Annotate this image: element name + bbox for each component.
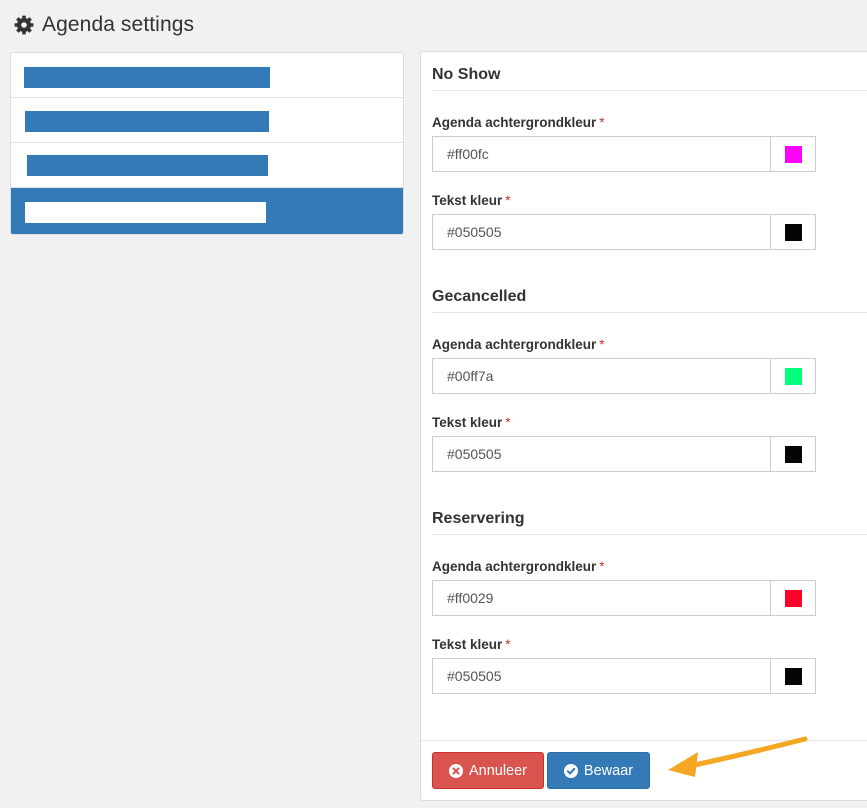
cancel-button-label: Annuleer	[468, 762, 528, 779]
color-swatch	[784, 367, 802, 385]
field-label: Agenda achtergrondkleur *	[432, 337, 605, 352]
field-label: Tekst kleur *	[432, 415, 511, 430]
field-label-text: Tekst kleur	[432, 193, 503, 208]
times-circle-icon	[448, 763, 463, 778]
color-field-group	[432, 358, 816, 394]
field-label: Agenda achtergrondkleur *	[432, 115, 605, 130]
color-picker-button[interactable]	[770, 580, 816, 616]
page-header: Agenda settings	[14, 11, 194, 39]
sidebar-item-3[interactable]	[11, 143, 403, 188]
section-title-no-show: No Show	[432, 66, 867, 91]
required-marker: *	[599, 337, 605, 352]
color-swatch	[784, 223, 802, 241]
field-label-text: Agenda achtergrondkleur	[432, 337, 597, 352]
redacted-label	[27, 155, 268, 176]
page-title: Agenda settings	[42, 13, 195, 36]
required-marker: *	[505, 415, 511, 430]
required-marker: *	[505, 193, 511, 208]
color-picker-button[interactable]	[770, 136, 816, 172]
required-marker: *	[505, 637, 511, 652]
field-label-text: Agenda achtergrondkleur	[432, 115, 597, 130]
color-field-group	[432, 658, 816, 694]
save-button-label: Bewaar	[583, 762, 634, 779]
gecancelled-text-color-input[interactable]	[432, 436, 771, 472]
color-swatch	[784, 145, 802, 163]
cancel-button[interactable]: Annuleer	[432, 752, 544, 789]
color-picker-button[interactable]	[770, 436, 816, 472]
required-marker: *	[599, 559, 605, 574]
gecancelled-background-color-input[interactable]	[432, 358, 771, 394]
section-title-reservering: Reservering	[432, 510, 867, 535]
field-label-text: Agenda achtergrondkleur	[432, 559, 597, 574]
field-label: Tekst kleur *	[432, 637, 511, 652]
color-field-group	[432, 136, 816, 172]
sidebar-item-2[interactable]	[11, 98, 403, 143]
sidebar-item-4-active[interactable]	[11, 188, 403, 234]
no-show-text-color-input[interactable]	[432, 214, 771, 250]
gear-icon	[14, 15, 34, 35]
settings-sidebar	[10, 52, 404, 235]
save-button[interactable]: Bewaar	[547, 752, 650, 789]
redacted-label	[25, 202, 266, 223]
redacted-label	[24, 67, 270, 88]
field-label-text: Tekst kleur	[432, 415, 503, 430]
color-field-group	[432, 436, 816, 472]
reservering-text-color-input[interactable]	[432, 658, 771, 694]
color-swatch	[784, 589, 802, 607]
color-field-group	[432, 580, 816, 616]
field-label: Agenda achtergrondkleur *	[432, 559, 605, 574]
color-swatch	[784, 667, 802, 685]
color-swatch	[784, 445, 802, 463]
arrow-icon	[668, 736, 808, 777]
redacted-label	[25, 111, 269, 132]
field-label: Tekst kleur *	[432, 193, 511, 208]
color-field-group	[432, 214, 816, 250]
color-picker-button[interactable]	[770, 358, 816, 394]
settings-panel: No Show Agenda achtergrondkleur* Tekst k…	[420, 51, 867, 801]
color-picker-button[interactable]	[770, 658, 816, 694]
check-circle-icon	[563, 763, 578, 778]
field-label-text: Tekst kleur	[432, 637, 503, 652]
color-picker-button[interactable]	[770, 214, 816, 250]
section-title-gecancelled: Gecancelled	[432, 288, 867, 313]
sidebar-item-1[interactable]	[11, 53, 403, 98]
required-marker: *	[599, 115, 605, 130]
reservering-background-color-input[interactable]	[432, 580, 771, 616]
no-show-background-color-input[interactable]	[432, 136, 771, 172]
